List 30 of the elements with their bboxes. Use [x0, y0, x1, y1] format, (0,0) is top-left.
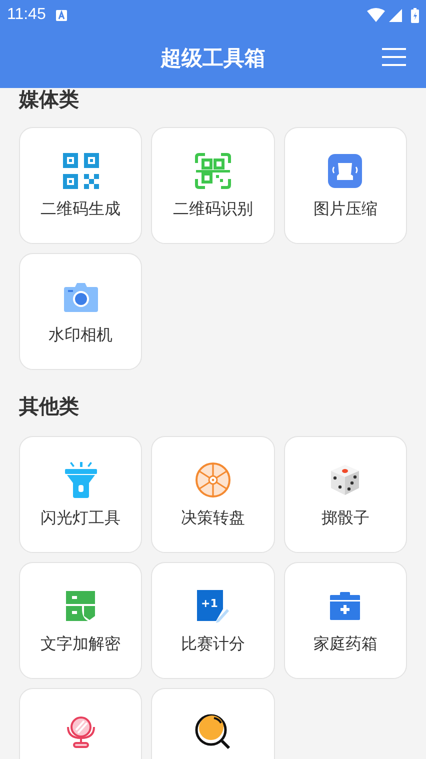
tool-card[interactable]: 图片压缩: [284, 127, 407, 244]
mirror-icon: [66, 716, 95, 748]
menu-button[interactable]: [382, 47, 406, 67]
section-title: 媒体类: [19, 88, 80, 112]
qr-code-icon: [62, 153, 99, 189]
dice-icon: [329, 464, 362, 496]
tool-card[interactable]: 水印相机: [19, 253, 142, 370]
safe-shield-icon: [66, 591, 96, 621]
tool-card[interactable]: 决策转盘: [151, 436, 275, 553]
signal-icon: [389, 8, 402, 22]
qr-scan-icon: [194, 153, 231, 189]
tool-card[interactable]: +1 比赛计分: [151, 562, 275, 679]
tool-card[interactable]: 二维码识别: [151, 127, 275, 244]
tool-card[interactable]: 家庭药箱: [284, 562, 407, 679]
spinner-wheel-icon: [194, 462, 231, 498]
camera-icon: [64, 282, 98, 312]
medicine-box-icon: [330, 592, 360, 620]
tool-card[interactable]: 闪光灯工具: [19, 436, 142, 553]
section-title: 其他类: [19, 395, 80, 419]
tool-card[interactable]: 掷骰子: [284, 436, 407, 553]
flashlight-icon: [64, 462, 97, 498]
wifi-icon: [367, 8, 385, 22]
image-icon: [328, 154, 362, 188]
tool-card[interactable]: 二维码生成: [19, 127, 142, 244]
battery-icon: [411, 8, 419, 22]
magnifier-icon: [194, 714, 231, 750]
app-title: 超级工具箱: [160, 46, 266, 72]
keyboard-icon: [56, 10, 67, 20]
status-time: 11:45: [7, 7, 46, 23]
tool-card[interactable]: 文字加解密: [19, 562, 142, 679]
